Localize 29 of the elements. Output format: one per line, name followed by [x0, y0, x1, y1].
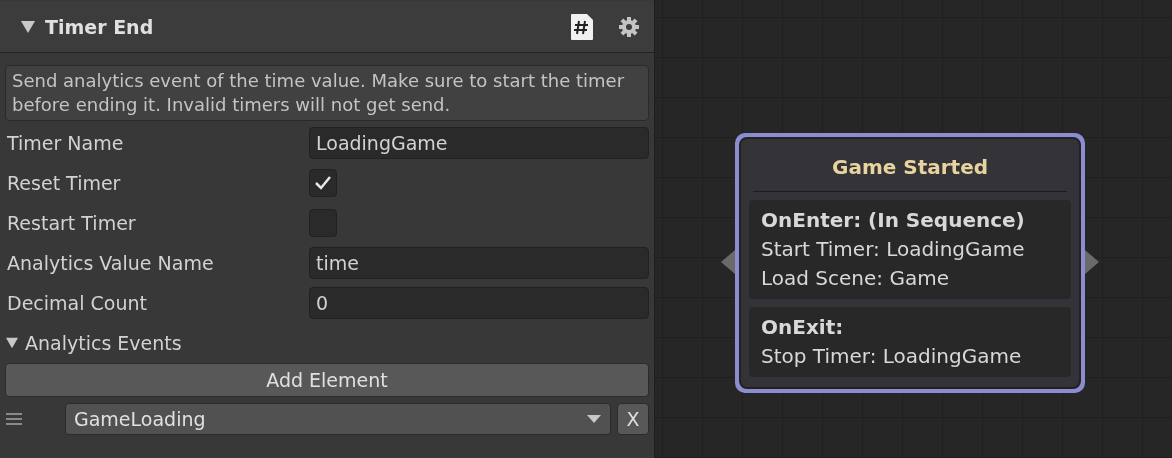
add-element-button[interactable]: Add Element — [5, 363, 649, 397]
check-icon — [314, 175, 332, 191]
section-heading: OnEnter: (In Sequence) — [761, 207, 1026, 234]
list-foldout-arrow-icon[interactable] — [5, 337, 19, 349]
field-label: Restart Timer — [6, 212, 137, 234]
dropdown[interactable]: GameLoading — [65, 403, 611, 435]
foldout-arrow-icon[interactable] — [20, 19, 36, 34]
caret-icon — [586, 414, 602, 424]
text-field[interactable]: LoadingGame — [309, 127, 649, 159]
field-label: Timer Name — [6, 132, 125, 154]
field-label: Decimal Count — [6, 292, 148, 314]
node-title: Game Started — [753, 145, 1067, 192]
section-heading: OnExit: — [761, 314, 845, 341]
script-icon[interactable] — [570, 12, 594, 41]
action-line: Stop Timer: LoadingGame — [761, 343, 1023, 370]
drag-handle-icon[interactable] — [5, 412, 23, 426]
settings-icon[interactable] — [618, 15, 640, 38]
state-node[interactable]: Game Started OnEnter: (In Sequence) Start Timer: LoadingGame Load Scene: Game OnExit: Stop Timer: LoadingGame — [735, 133, 1085, 393]
help-box: Send analytics event of the time value. Make sure to start the timer before ending it. Invalid timers will not get send. — [5, 65, 649, 121]
component-title: Timer End — [45, 15, 155, 38]
text-field[interactable]: 0 — [309, 287, 649, 319]
list-title: Analytics Events — [25, 332, 182, 354]
field-label: Reset Timer — [6, 172, 122, 194]
checkbox[interactable] — [309, 169, 337, 197]
action-line: Load Scene: Game — [761, 265, 950, 292]
action-line: Start Timer: LoadingGame — [761, 236, 1026, 263]
text-field[interactable]: time — [309, 247, 649, 279]
field-label: Analytics Value Name — [6, 252, 215, 274]
remove-button[interactable]: X — [617, 403, 649, 435]
